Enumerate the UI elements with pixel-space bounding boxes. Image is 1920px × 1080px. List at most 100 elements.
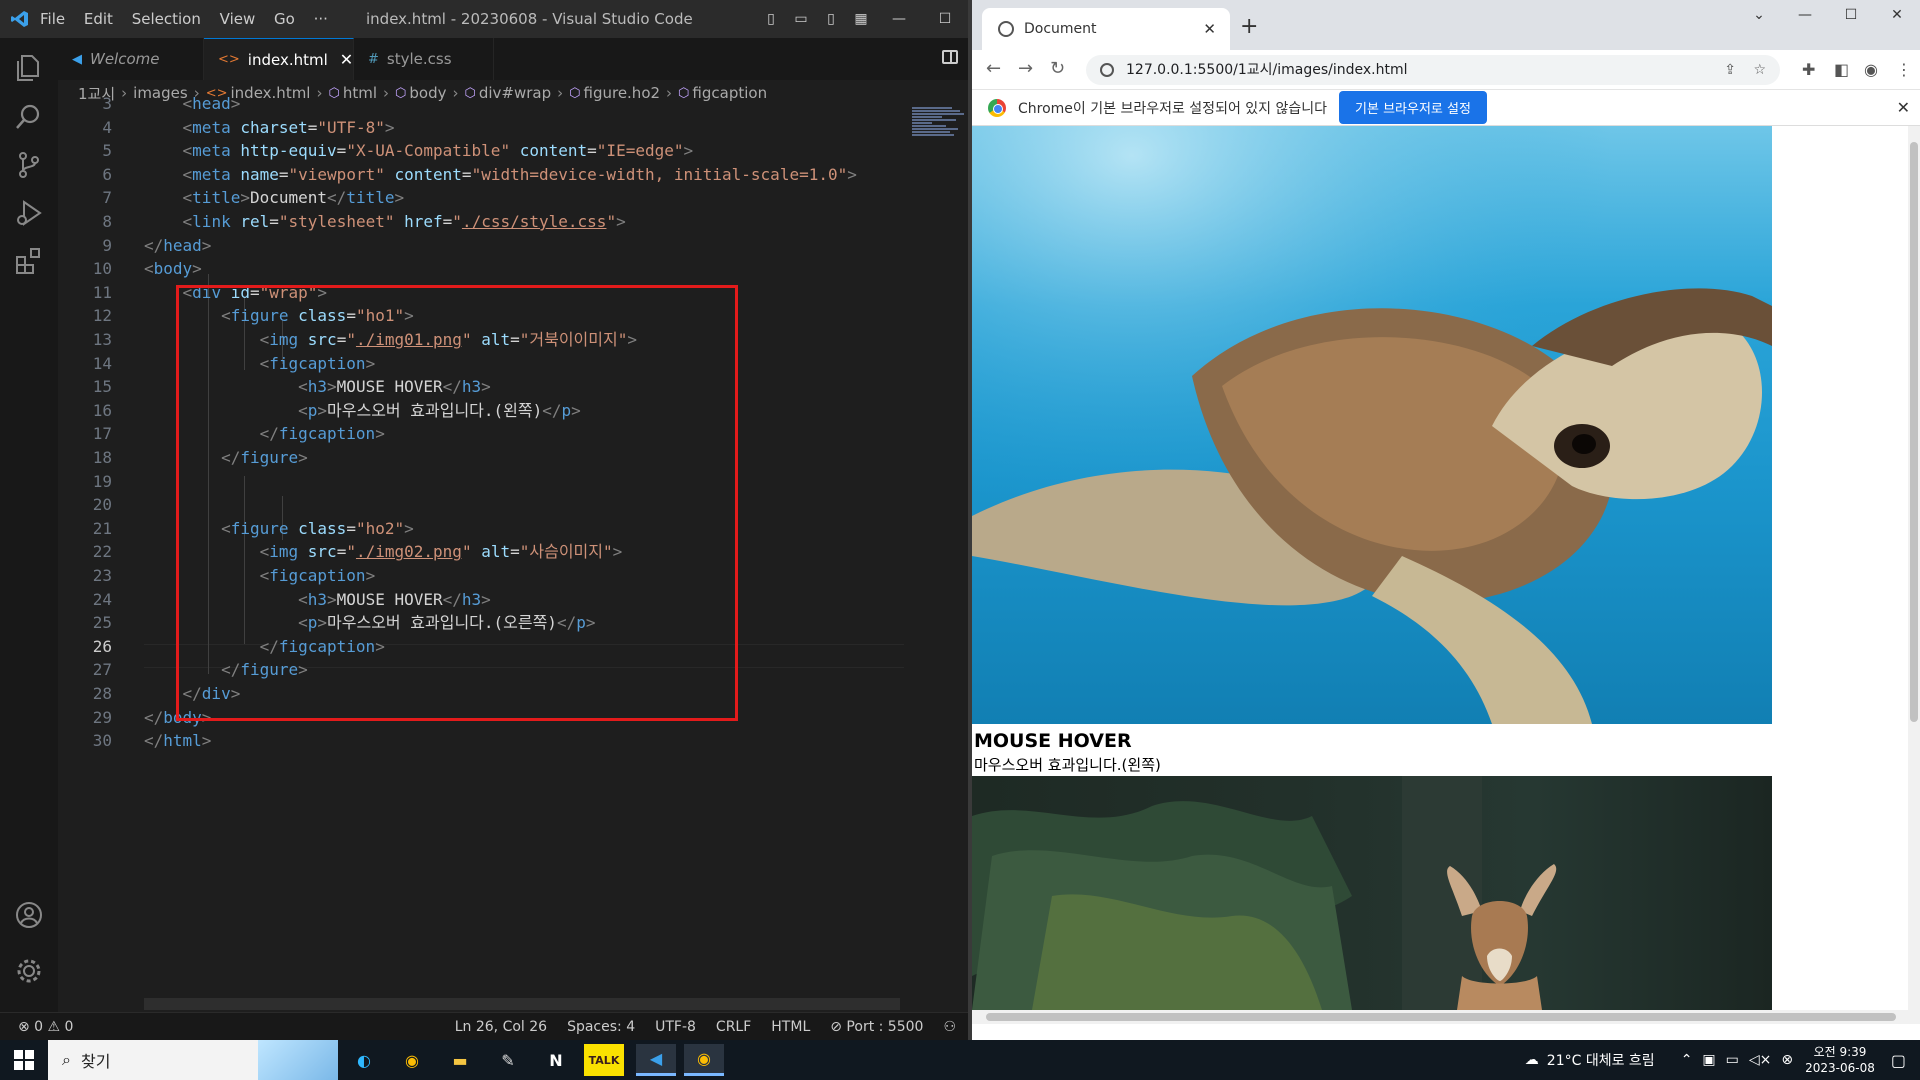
scrollbar-thumb[interactable] [1910, 142, 1918, 722]
vscode-taskbar-icon[interactable]: ◀ [636, 1044, 676, 1076]
split-editor-icon[interactable] [942, 50, 958, 64]
chevron-right-icon: › [316, 84, 323, 102]
menu-go[interactable]: Go [274, 10, 295, 28]
code-token: > [201, 731, 212, 751]
close-icon[interactable]: ✕ [340, 50, 353, 69]
minimize-button[interactable]: — [1782, 0, 1828, 30]
horizontal-scrollbar[interactable] [972, 1010, 1920, 1024]
minimap[interactable] [912, 106, 968, 166]
chevron-up-icon[interactable]: ⌃ [1681, 1052, 1693, 1068]
live-server-port[interactable]: ⊘ Port : 5500 [830, 1019, 923, 1035]
language-status[interactable]: HTML [771, 1019, 810, 1035]
edge-browser-icon[interactable]: ◐ [344, 1044, 384, 1076]
problems-status[interactable]: ⊗ 0 ⚠ 0 [18, 1019, 73, 1035]
network-icon[interactable]: ▭ [1726, 1052, 1739, 1068]
code-token: > [384, 117, 395, 137]
search-icon[interactable] [14, 102, 44, 132]
search-highlight-image [258, 1040, 338, 1080]
file-explorer-icon[interactable]: ▬ [440, 1044, 480, 1076]
address-bar[interactable]: 127.0.0.1:5500/1교시/images/index.html ⇪ ☆ [1086, 55, 1780, 85]
menu-edit[interactable]: Edit [84, 10, 113, 28]
menu-file[interactable]: File [40, 10, 65, 28]
taskbar-search[interactable]: ⌕ 찾기 [48, 1040, 338, 1080]
breadcrumb-item[interactable]: figure.ho2 [584, 84, 661, 102]
breadcrumb-item[interactable]: index.html [231, 84, 311, 102]
breadcrumb-item[interactable]: div#wrap [479, 84, 551, 102]
toggle-secondary-sidebar-icon[interactable]: ▯ [816, 11, 846, 27]
indentation-status[interactable]: Spaces: 4 [567, 1019, 635, 1035]
customize-layout-icon[interactable]: ▦ [846, 11, 876, 27]
site-info-icon[interactable] [1100, 63, 1114, 77]
vscode-logo-icon[interactable] [0, 0, 40, 38]
new-tab-plus-icon[interactable]: + [1240, 14, 1258, 39]
tab-welcome[interactable]: ◀ Welcome [58, 38, 204, 80]
settings-gear-icon[interactable] [14, 956, 44, 986]
menu-selection[interactable]: Selection [132, 10, 201, 28]
feedback-icon[interactable]: ⚇ [943, 1019, 956, 1035]
tab-index-html[interactable]: <> index.html ✕ [204, 38, 354, 80]
maximize-button[interactable]: ☐ [922, 11, 968, 27]
windows-start-icon[interactable] [14, 1050, 34, 1070]
bookmark-star-icon[interactable]: ☆ [1753, 55, 1766, 85]
maximize-button[interactable]: ☐ [1828, 0, 1874, 30]
cursor-position[interactable]: Ln 26, Col 26 [455, 1019, 547, 1035]
code-token: body [153, 259, 193, 279]
notion-icon[interactable]: N [536, 1044, 576, 1076]
side-panel-icon[interactable]: ◧ [1834, 60, 1849, 79]
kakaotalk-icon[interactable]: TALK [584, 1044, 624, 1076]
encoding-status[interactable]: UTF-8 [655, 1019, 696, 1035]
breadcrumb-item[interactable]: html [343, 84, 377, 102]
volume-muted-icon[interactable]: ◁× [1749, 1052, 1772, 1068]
page-viewport[interactable]: MOUSE HOVER 마우스오버 효과입니다.(왼쪽) [972, 126, 1908, 1010]
vscode-window: File Edit Selection View Go ··· index.ht… [0, 0, 968, 1040]
element-icon: ⬡ [678, 85, 690, 101]
figcaption-text: 마우스오버 효과입니다.(왼쪽) [974, 756, 1161, 774]
chevron-right-icon: › [383, 84, 390, 102]
toggle-panel-icon[interactable]: ▭ [786, 11, 816, 27]
close-window-button[interactable]: ✕ [1874, 0, 1920, 30]
tab-style-css[interactable]: # style.css [354, 38, 494, 80]
scrollbar-thumb[interactable] [986, 1013, 1896, 1021]
chrome-active-taskbar-icon[interactable]: ◉ [684, 1044, 724, 1076]
paint-icon[interactable]: ✎ [488, 1044, 528, 1076]
menu-view[interactable]: View [220, 10, 256, 28]
chrome-icon[interactable]: ◉ [392, 1044, 432, 1076]
line-number: 6 [102, 164, 112, 184]
notification-icon[interactable]: ▢ [1891, 1051, 1906, 1070]
line-number: 26 [92, 636, 112, 656]
code-token: http-equiv [240, 141, 337, 161]
explorer-icon[interactable] [14, 52, 44, 82]
back-arrow-icon[interactable]: ← [986, 58, 1001, 79]
clock-date: 2023-06-08 [1805, 1061, 1875, 1075]
weather-text[interactable]: 21°C 대체로 흐림 [1547, 1050, 1655, 1070]
extensions-puzzle-icon[interactable]: ✚ [1802, 60, 1815, 79]
toggle-sidebar-icon[interactable]: ▯ [756, 11, 786, 27]
device-icon[interactable]: ▣ [1702, 1052, 1715, 1068]
set-default-browser-button[interactable]: 기본 브라우저로 설정 [1339, 91, 1487, 124]
run-debug-icon[interactable] [14, 198, 44, 228]
menu-more[interactable]: ··· [314, 10, 328, 28]
reload-icon[interactable]: ↻ [1050, 58, 1065, 79]
close-icon[interactable]: ✕ [1897, 98, 1910, 117]
eol-status[interactable]: CRLF [716, 1019, 751, 1035]
browser-tab[interactable]: Document ✕ [982, 8, 1230, 50]
accounts-icon[interactable] [14, 900, 44, 930]
breadcrumb-item[interactable]: body [409, 84, 446, 102]
kebab-menu-icon[interactable]: ⋮ [1896, 60, 1912, 79]
profile-avatar-icon[interactable]: ◉ [1864, 60, 1878, 79]
html-icon: <> [218, 52, 240, 67]
source-control-icon[interactable] [14, 150, 44, 180]
ime-icon[interactable]: ⊗ [1781, 1052, 1793, 1068]
clock[interactable]: 오전 9:39 2023-06-08 [1805, 1044, 1875, 1076]
extensions-icon[interactable] [14, 246, 44, 276]
breadcrumb-item[interactable]: figcaption [692, 84, 767, 102]
close-icon[interactable]: ✕ [1203, 20, 1216, 38]
vertical-scrollbar[interactable] [1908, 126, 1920, 1010]
minimize-button[interactable]: — [876, 11, 922, 27]
horizontal-scrollbar[interactable] [144, 998, 900, 1010]
tab-search-chevron-icon[interactable]: ⌄ [1736, 0, 1782, 30]
forward-arrow-icon[interactable]: → [1018, 58, 1033, 79]
share-icon[interactable]: ⇪ [1724, 55, 1736, 85]
